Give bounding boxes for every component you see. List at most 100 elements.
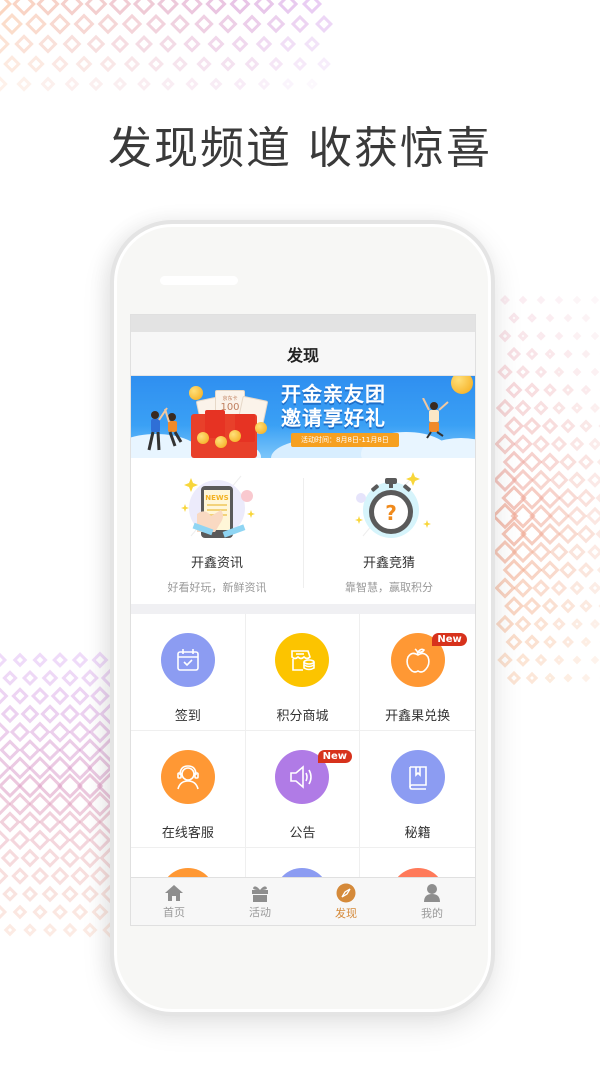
diamond-decoration — [0, 811, 21, 833]
diamond-decoration — [108, 0, 132, 16]
diamond-decoration — [532, 579, 550, 597]
diamond-decoration — [506, 346, 522, 362]
diamond-decoration — [514, 615, 532, 633]
diamond-decoration — [527, 313, 537, 323]
diamond-decoration — [29, 829, 51, 851]
diamond-decoration — [90, 686, 110, 706]
diamond-decoration — [572, 331, 582, 341]
diamond-decoration — [578, 562, 594, 578]
diamond-decoration — [292, 56, 308, 72]
diamond-decoration — [62, 34, 82, 54]
diamond-decoration — [544, 672, 556, 684]
diamond-decoration — [563, 673, 573, 683]
diamond-decoration — [21, 885, 39, 903]
tab-discover[interactable]: 发现 — [303, 878, 389, 925]
promo-banner[interactable]: 京东卡 100 开金亲友团 邀请享好礼 活动时间：8月8日-11月8日 — [131, 376, 475, 458]
diamond-decoration — [579, 599, 593, 613]
diamond-decoration — [306, 78, 318, 90]
tab-label: 发现 — [335, 906, 357, 920]
grid-item-checkin[interactable]: 签到 — [131, 614, 246, 731]
diamond-decoration — [86, 34, 106, 54]
diamond-decoration — [23, 923, 37, 937]
headset-agent-icon — [160, 750, 215, 804]
diamond-decoration — [304, 36, 320, 52]
diamond-decoration — [505, 381, 523, 399]
diamond-decoration — [552, 617, 566, 631]
diamond-decoration — [590, 655, 600, 665]
diamond-decoration — [43, 923, 57, 937]
diamond-decoration — [538, 486, 562, 510]
diamond-decoration — [62, 922, 78, 938]
diamond-decoration — [218, 14, 238, 34]
diamond-decoration — [0, 848, 20, 868]
diamond-decoration — [590, 367, 600, 377]
diamond-decoration — [25, 13, 47, 35]
diamond-decoration — [17, 773, 43, 799]
diamond-decoration — [84, 0, 108, 16]
diamond-decoration — [30, 866, 50, 886]
tab-label: 首页 — [163, 905, 185, 919]
diamond-decoration — [559, 453, 577, 471]
banner-date-ribbon: 活动时间：8月8日-11月8日 — [291, 433, 399, 447]
feature-quiz[interactable]: ? 开鑫竞猜 靠智慧，赢取积分 — [303, 458, 475, 604]
diamond-decoration — [110, 34, 130, 54]
diamond-decoration — [0, 904, 8, 920]
feature-news[interactable]: NEWS 开鑫资讯 好看好玩，新鲜资讯 — [131, 458, 303, 604]
diamond-decoration — [47, 791, 73, 817]
diamond-decoration — [581, 349, 591, 359]
diamond-decoration — [495, 398, 515, 418]
grid-item-customer-service[interactable]: 在线客服 — [131, 731, 246, 848]
diamond-decoration — [196, 56, 212, 72]
diamond-decoration — [588, 581, 600, 595]
grid-item-points-mall[interactable]: 积分商城 — [245, 614, 361, 731]
grid-item-guide[interactable]: 秘籍 — [360, 731, 475, 848]
diamond-decoration — [569, 436, 585, 452]
diamond-decoration — [505, 633, 523, 651]
diamond-decoration — [11, 867, 29, 885]
diamond-decoration — [524, 382, 540, 398]
diamond-decoration — [59, 847, 81, 869]
diamond-decoration — [253, 0, 275, 15]
diamond-decoration — [568, 471, 586, 489]
diamond-decoration — [68, 828, 92, 852]
diamond-decoration — [588, 437, 600, 451]
status-bar — [131, 315, 475, 332]
diamond-decoration — [67, 755, 93, 781]
diamond-decoration — [578, 454, 594, 470]
diamond-decoration — [47, 755, 73, 781]
diamond-decoration — [135, 35, 153, 53]
tab-home[interactable]: 首页 — [131, 878, 217, 925]
diamond-decoration — [41, 885, 59, 903]
diamond-decoration — [29, 721, 51, 743]
diamond-decoration — [28, 792, 52, 816]
grid-item-announcement[interactable]: New 公告 — [245, 731, 361, 848]
diamond-decoration — [504, 416, 524, 436]
coin-decoration — [197, 432, 209, 444]
diamond-decoration — [40, 76, 56, 92]
grid-item-label: 开鑫果兑换 — [385, 709, 451, 724]
user-icon — [424, 883, 440, 902]
grid-item-label: 签到 — [174, 709, 201, 724]
diamond-decoration — [553, 654, 565, 666]
diamond-decoration — [0, 756, 12, 780]
diamond-decoration — [37, 773, 63, 799]
diamond-decoration — [581, 673, 591, 683]
diamond-decoration — [52, 904, 68, 920]
diamond-decoration — [581, 313, 591, 323]
diamond-decoration — [0, 687, 9, 705]
diamond-decoration — [529, 504, 553, 528]
diamond-decoration — [20, 704, 40, 724]
tab-activity[interactable]: 活动 — [217, 878, 303, 925]
diamond-decoration — [290, 14, 310, 34]
diamond-decoration — [58, 810, 82, 834]
coin-decoration — [255, 422, 267, 434]
coin-decoration — [189, 386, 203, 400]
home-icon — [165, 884, 183, 901]
diamond-decoration — [205, 0, 227, 15]
banner-title-line2: 邀请享好礼 — [281, 406, 386, 430]
tab-mine[interactable]: 我的 — [389, 878, 475, 925]
diamond-decoration — [194, 14, 214, 34]
diamond-decoration — [183, 35, 201, 53]
grid-item-fruit-exchange[interactable]: New 开鑫果兑换 — [360, 614, 475, 731]
diamond-decoration — [8, 756, 32, 780]
